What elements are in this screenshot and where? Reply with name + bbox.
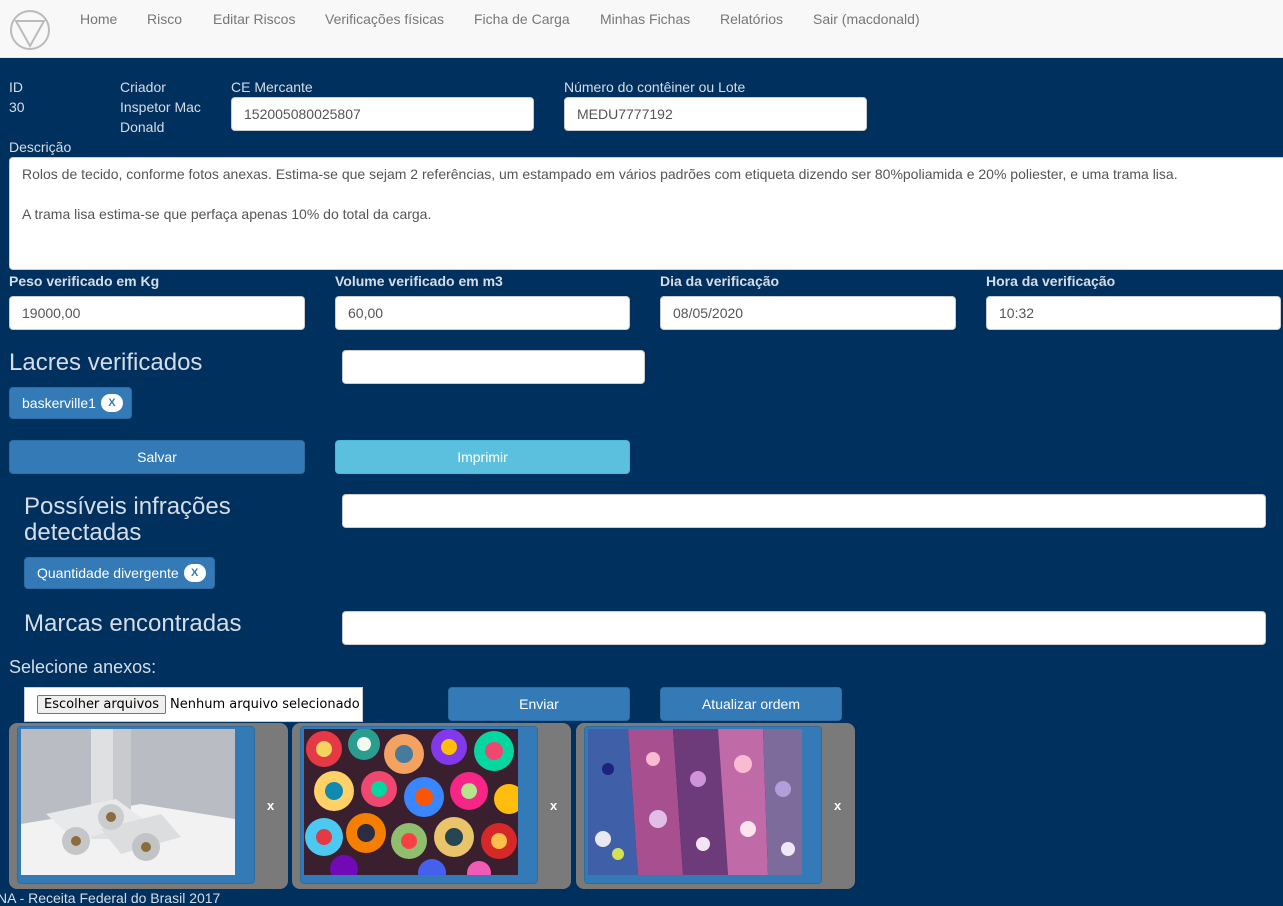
weight-input[interactable]: 19000,00 bbox=[9, 296, 305, 330]
nav-home[interactable]: Home bbox=[80, 11, 117, 27]
choose-files-button[interactable]: Escolher arquivos bbox=[37, 695, 167, 714]
remove-seal-tag-button[interactable]: X bbox=[100, 394, 123, 412]
nav-relatorios[interactable]: Relatórios bbox=[720, 11, 783, 27]
ce-mercante-input[interactable]: 152005080025807 bbox=[231, 97, 534, 131]
remove-infraction-tag-button[interactable]: X bbox=[183, 564, 206, 582]
creator-label: Criador bbox=[120, 79, 166, 95]
remove-attachment-2-button[interactable]: x bbox=[550, 798, 557, 813]
time-label: Hora da verificação bbox=[986, 273, 1116, 289]
ce-mercante-label: CE Mercante bbox=[231, 79, 313, 95]
id-label: ID bbox=[9, 79, 23, 95]
attachment-card-1: x bbox=[9, 723, 288, 889]
infraction-tag-label: Quantidade divergente bbox=[37, 565, 179, 581]
printed-fabric-rolls-image[interactable] bbox=[588, 729, 802, 875]
white-fabric-rolls-image[interactable] bbox=[21, 729, 235, 875]
creator-value-line1: Inspetor Mac bbox=[120, 99, 201, 115]
time-input[interactable]: 10:32 bbox=[986, 296, 1281, 330]
marks-input[interactable] bbox=[342, 611, 1266, 645]
nav-editar-riscos[interactable]: Editar Riscos bbox=[213, 11, 295, 27]
save-button[interactable]: Salvar bbox=[9, 440, 305, 474]
footer-text: NA - Receita Federal do Brasil 2017 bbox=[0, 890, 221, 906]
date-label: Dia da verificação bbox=[660, 273, 780, 289]
marks-title: Marcas encontradas bbox=[24, 610, 242, 637]
logo-icon[interactable] bbox=[9, 9, 51, 51]
id-value: 30 bbox=[9, 99, 25, 115]
infractions-input[interactable] bbox=[342, 494, 1266, 528]
top-navbar: Home Risco Editar Riscos Verificações fí… bbox=[0, 0, 1283, 58]
remove-attachment-1-button[interactable]: x bbox=[267, 798, 274, 813]
seals-input[interactable] bbox=[342, 350, 645, 384]
nav-sair[interactable]: Sair (macdonald) bbox=[813, 11, 920, 27]
colorful-fabric-image[interactable] bbox=[304, 729, 518, 875]
nav-verificacoes-fisicas[interactable]: Verificações físicas bbox=[325, 11, 444, 27]
update-order-button[interactable]: Atualizar ordem bbox=[660, 687, 842, 721]
file-chooser: Escolher arquivos Nenhum arquivo selecio… bbox=[24, 687, 363, 722]
attachment-card-3: x bbox=[576, 723, 855, 889]
infractions-title-line1: Possíveis infrações bbox=[24, 493, 231, 520]
nav-risco[interactable]: Risco bbox=[147, 11, 182, 27]
remove-attachment-3-button[interactable]: x bbox=[834, 798, 841, 813]
description-textarea[interactable]: Rolos de tecido, conforme fotos anexas. … bbox=[9, 157, 1283, 270]
infractions-title-line2: detectadas bbox=[24, 519, 142, 546]
file-status-text: Nenhum arquivo selecionado bbox=[170, 697, 360, 712]
seal-tag: baskerville1 X bbox=[9, 387, 132, 419]
seal-tag-label: baskerville1 bbox=[22, 395, 96, 411]
weight-label: Peso verificado em Kg bbox=[9, 273, 160, 289]
container-label: Número do contêiner ou Lote bbox=[564, 79, 746, 95]
seals-title: Lacres verificados bbox=[9, 349, 203, 376]
description-label: Descrição bbox=[9, 139, 72, 155]
volume-input[interactable]: 60,00 bbox=[335, 296, 630, 330]
attachments-title: Selecione anexos: bbox=[9, 657, 157, 677]
infraction-tag: Quantidade divergente X bbox=[24, 557, 215, 589]
volume-label: Volume verificado em m3 bbox=[335, 273, 503, 289]
nav-minhas-fichas[interactable]: Minhas Fichas bbox=[600, 11, 690, 27]
print-button[interactable]: Imprimir bbox=[335, 440, 630, 474]
creator-value-line2: Donald bbox=[120, 119, 165, 135]
send-button[interactable]: Enviar bbox=[448, 687, 630, 721]
date-input[interactable]: 08/05/2020 bbox=[660, 296, 956, 330]
container-input[interactable]: MEDU7777192 bbox=[564, 97, 867, 131]
nav-ficha-de-carga[interactable]: Ficha de Carga bbox=[474, 11, 570, 27]
attachment-card-2: x bbox=[292, 723, 571, 889]
